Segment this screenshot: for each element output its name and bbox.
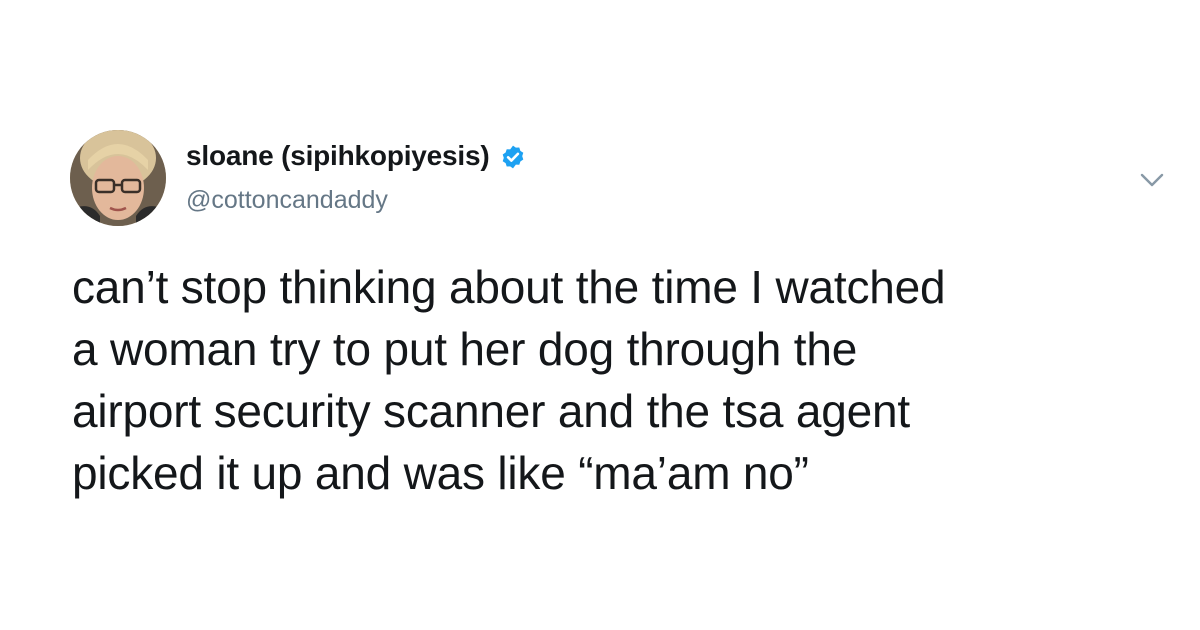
tweet-card: sloane (sipihkopiyesis) @cottoncandaddy … [0,0,1200,630]
display-name-row: sloane (sipihkopiyesis) [186,136,526,176]
verified-badge-icon [502,145,523,169]
tweet-text: can’t stop thinking about the time I wat… [72,261,946,499]
user-handle[interactable]: @cottoncandaddy [186,186,388,215]
avatar-image [70,130,166,226]
tweet-menu-button[interactable] [1138,168,1166,192]
avatar[interactable] [70,130,166,226]
display-name[interactable]: sloane (sipihkopiyesis) [186,140,490,172]
chevron-down-icon [1140,173,1164,187]
